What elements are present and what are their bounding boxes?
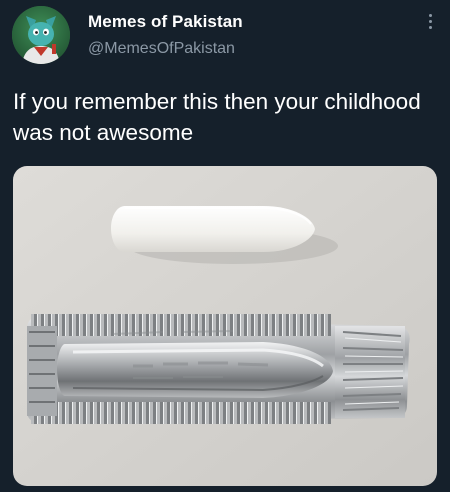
tweet-card: Memes of Pakistan @MemesOfPakistan If yo… xyxy=(0,0,450,492)
cartoon-character-avatar-icon xyxy=(12,6,70,64)
vertical-ellipsis-icon[interactable] xyxy=(426,14,434,32)
author-avatar[interactable] xyxy=(12,6,70,64)
suppository-in-foil-photo-icon xyxy=(13,166,437,486)
author-handle[interactable]: @MemesOfPakistan xyxy=(88,40,235,58)
tweet-photo[interactable] xyxy=(13,166,437,486)
tweet-text: If you remember this then your childhood… xyxy=(13,89,421,145)
author-name[interactable]: Memes of Pakistan xyxy=(88,12,243,32)
